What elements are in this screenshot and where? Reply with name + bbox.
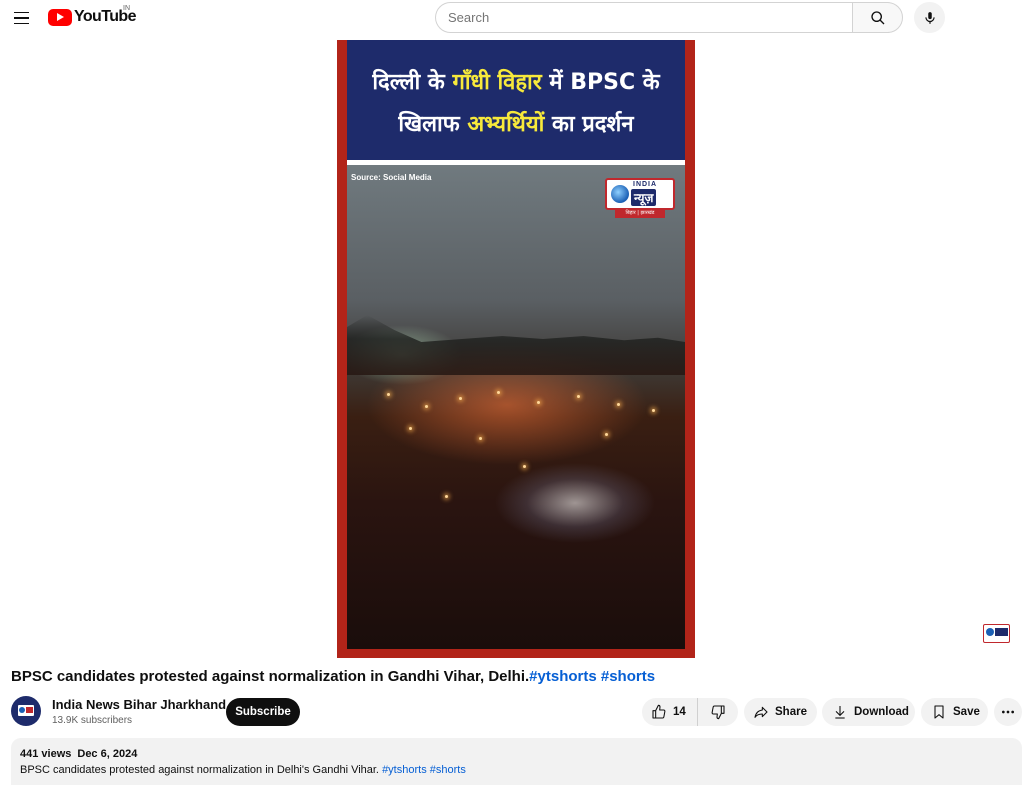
candle-light xyxy=(523,465,526,468)
thumbs-up-icon xyxy=(652,704,666,719)
video-player[interactable]: दिल्ली के गाँधी विहार में BPSC के खिलाफ … xyxy=(337,40,695,658)
download-button[interactable]: Download xyxy=(822,698,915,726)
banner-text: में BPSC के xyxy=(541,70,660,95)
banner-highlight: गाँधी विहार xyxy=(452,70,542,95)
hashtag-link[interactable]: #shorts xyxy=(601,668,655,685)
menu-bar xyxy=(13,22,29,25)
more-horizontal-icon xyxy=(1002,710,1014,714)
banner-line-1: दिल्ली के गाँधी विहार में BPSC के xyxy=(347,66,685,96)
channel-watermark: INDIA न्यूज़ बिहार | झारखंड xyxy=(605,178,675,220)
watermark-news: न्यूज़ xyxy=(631,189,657,206)
description-meta: 441 views Dec 6, 2024 xyxy=(20,748,137,760)
subscriber-count: 13.9K subscribers xyxy=(52,715,133,726)
channel-avatar[interactable] xyxy=(11,696,41,726)
banner-highlight: अभ्यर्थियों xyxy=(467,112,545,137)
banner-text: खिलाफ xyxy=(398,112,468,137)
protest-scene xyxy=(347,165,685,649)
more-actions-button[interactable] xyxy=(994,698,1022,726)
banner-text: का प्रदर्शन xyxy=(544,112,634,137)
search-box xyxy=(435,2,853,33)
candle-light xyxy=(617,403,620,406)
menu-button[interactable] xyxy=(8,5,34,31)
video-banner: दिल्ली के गाँधी विहार में BPSC के खिलाफ … xyxy=(347,40,685,160)
candle-light xyxy=(605,433,608,436)
microphone-icon xyxy=(924,11,935,24)
banner-text: दिल्ली के xyxy=(372,70,453,95)
save-button[interactable]: Save xyxy=(921,698,988,726)
banner-line-2: खिलाफ अभ्यर्थियों का प्रदर्शन xyxy=(347,108,685,138)
candle-light xyxy=(577,395,580,398)
source-label: Source: Social Media xyxy=(351,173,432,182)
tree-line xyxy=(347,315,685,375)
candle-light xyxy=(479,437,482,440)
watermark-india: INDIA xyxy=(633,181,658,188)
candle-light xyxy=(537,401,540,404)
share-button[interactable]: Share xyxy=(744,698,817,726)
like-dislike-group: 14 xyxy=(642,698,738,726)
view-count: 441 views xyxy=(20,748,72,760)
search-icon xyxy=(870,10,884,24)
description-box[interactable]: 441 views Dec 6, 2024 BPSC candidates pro… xyxy=(11,738,1022,785)
video-title: BPSC candidates protested against normal… xyxy=(11,668,655,685)
candle-light xyxy=(652,409,655,412)
play-icon xyxy=(48,8,72,26)
watermark-region: बिहार | झारखंड xyxy=(615,209,665,218)
dislike-button[interactable] xyxy=(698,698,738,726)
save-label: Save xyxy=(953,706,980,718)
description-text: BPSC candidates protested against normal… xyxy=(20,764,466,776)
share-label: Share xyxy=(775,706,807,718)
hashtag-link[interactable]: #ytshorts xyxy=(529,668,597,685)
search-button[interactable] xyxy=(852,2,903,33)
share-icon xyxy=(754,706,768,718)
top-bar: YouTube IN xyxy=(0,0,1024,36)
subscribe-button[interactable]: Subscribe xyxy=(226,698,300,726)
channel-logo-icon xyxy=(18,705,34,716)
download-icon xyxy=(835,706,845,719)
search-input[interactable] xyxy=(448,10,853,25)
globe-icon xyxy=(611,185,629,203)
title-text: BPSC candidates protested against normal… xyxy=(11,668,530,685)
country-code: IN xyxy=(123,5,130,12)
candle-light xyxy=(425,405,428,408)
candle-light xyxy=(409,427,412,430)
candle-light xyxy=(445,495,448,498)
channel-name[interactable]: India News Bihar Jharkhand xyxy=(52,697,226,712)
description-body: BPSC candidates protested against normal… xyxy=(20,764,379,776)
hashtag-link[interactable]: #ytshorts xyxy=(382,764,427,776)
candle-light xyxy=(459,397,462,400)
menu-bar xyxy=(13,17,29,19)
voice-search-button[interactable] xyxy=(914,2,945,33)
watermark-box: INDIA न्यूज़ xyxy=(605,178,675,210)
thumbs-down-icon xyxy=(711,705,725,720)
like-count: 14 xyxy=(673,706,686,718)
channel-branding-icon[interactable] xyxy=(983,624,1010,643)
upload-date: Dec 6, 2024 xyxy=(77,748,138,760)
like-button[interactable]: 14 xyxy=(642,698,698,726)
candle-light xyxy=(497,391,500,394)
download-label: Download xyxy=(854,706,909,718)
hashtag-link[interactable]: #shorts xyxy=(430,764,466,776)
bookmark-icon xyxy=(934,705,944,719)
candle-light xyxy=(387,393,390,396)
video-frame: दिल्ली के गाँधी विहार में BPSC के खिलाफ … xyxy=(347,40,685,649)
menu-bar xyxy=(13,11,29,14)
